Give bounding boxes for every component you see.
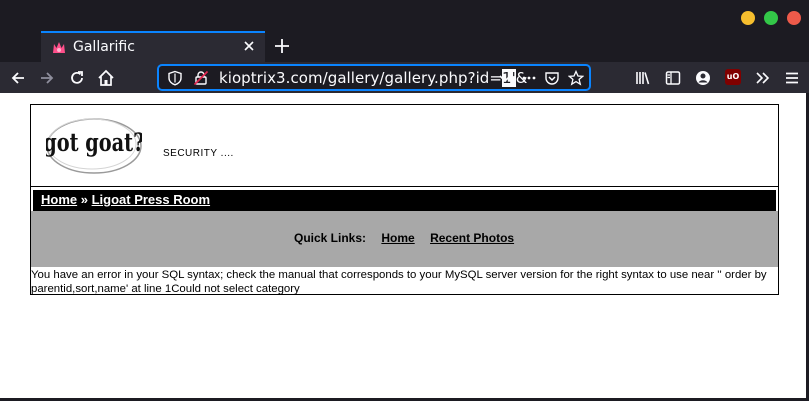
insecure-lock-icon[interactable] [193, 70, 209, 86]
hamburger-menu-icon[interactable] [783, 69, 801, 87]
new-tab-icon[interactable] [272, 36, 292, 56]
sidebar-icon[interactable] [664, 69, 682, 87]
got-goat-logo[interactable]: got goat? [46, 116, 142, 174]
gallery-frame: got goat? SECURITY .... Home » Ligoat Pr… [30, 104, 779, 295]
tab-title: Gallarific [73, 39, 135, 55]
home-icon[interactable] [97, 69, 115, 87]
ublock-origin-icon[interactable]: uO [725, 69, 741, 85]
page-viewport: got goat? SECURITY .... Home » Ligoat Pr… [0, 93, 806, 398]
close-window-button[interactable] [787, 11, 801, 25]
logo-text: got goat? [46, 128, 142, 157]
sql-error-message: You have an error in your SQL syntax; ch… [31, 269, 767, 295]
library-icon[interactable] [634, 69, 652, 87]
quick-links-label: Quick Links: [294, 231, 367, 245]
tracking-protection-shield-icon[interactable] [167, 70, 183, 86]
quick-link-recent-photos[interactable]: Recent Photos [430, 231, 514, 245]
quick-link-home[interactable]: Home [381, 231, 414, 245]
url-prefix: kioptrix3.com/gallery/gallery.php?id= [219, 69, 502, 87]
breadcrumb: Home » Ligoat Press Room [33, 190, 776, 211]
close-tab-icon[interactable] [241, 38, 257, 54]
tab-strip: Gallarific [0, 0, 809, 62]
quick-links-bar: Quick Links: Home Recent Photos [31, 211, 778, 267]
chevron-down-icon[interactable] [497, 70, 513, 86]
forward-icon[interactable] [38, 69, 56, 87]
breadcrumb-current-link[interactable]: Ligoat Press Room [92, 192, 210, 207]
breadcrumb-separator: » [77, 192, 92, 207]
header-divider [31, 186, 778, 187]
site-header: got goat? SECURITY .... [31, 105, 778, 186]
page-actions-icon[interactable] [521, 70, 537, 86]
gallery-favicon-icon [53, 42, 65, 53]
pocket-icon[interactable] [544, 70, 560, 86]
site-tagline: SECURITY .... [163, 148, 234, 159]
maximize-window-button[interactable] [764, 11, 778, 25]
reload-icon[interactable] [68, 69, 86, 87]
bookmark-star-icon[interactable] [568, 70, 584, 86]
url-text[interactable]: kioptrix3.com/gallery/gallery.php?id=1'& [219, 69, 528, 87]
navigation-toolbar: kioptrix3.com/gallery/gallery.php?id=1'&… [0, 62, 809, 93]
overflow-menu-chevrons-icon[interactable] [754, 69, 772, 87]
active-tab[interactable]: Gallarific [41, 31, 265, 62]
address-bar[interactable]: kioptrix3.com/gallery/gallery.php?id=1'& [158, 65, 590, 90]
minimize-window-button[interactable] [741, 11, 755, 25]
back-icon[interactable] [9, 69, 27, 87]
account-icon[interactable] [694, 69, 712, 87]
breadcrumb-home-link[interactable]: Home [41, 192, 77, 207]
